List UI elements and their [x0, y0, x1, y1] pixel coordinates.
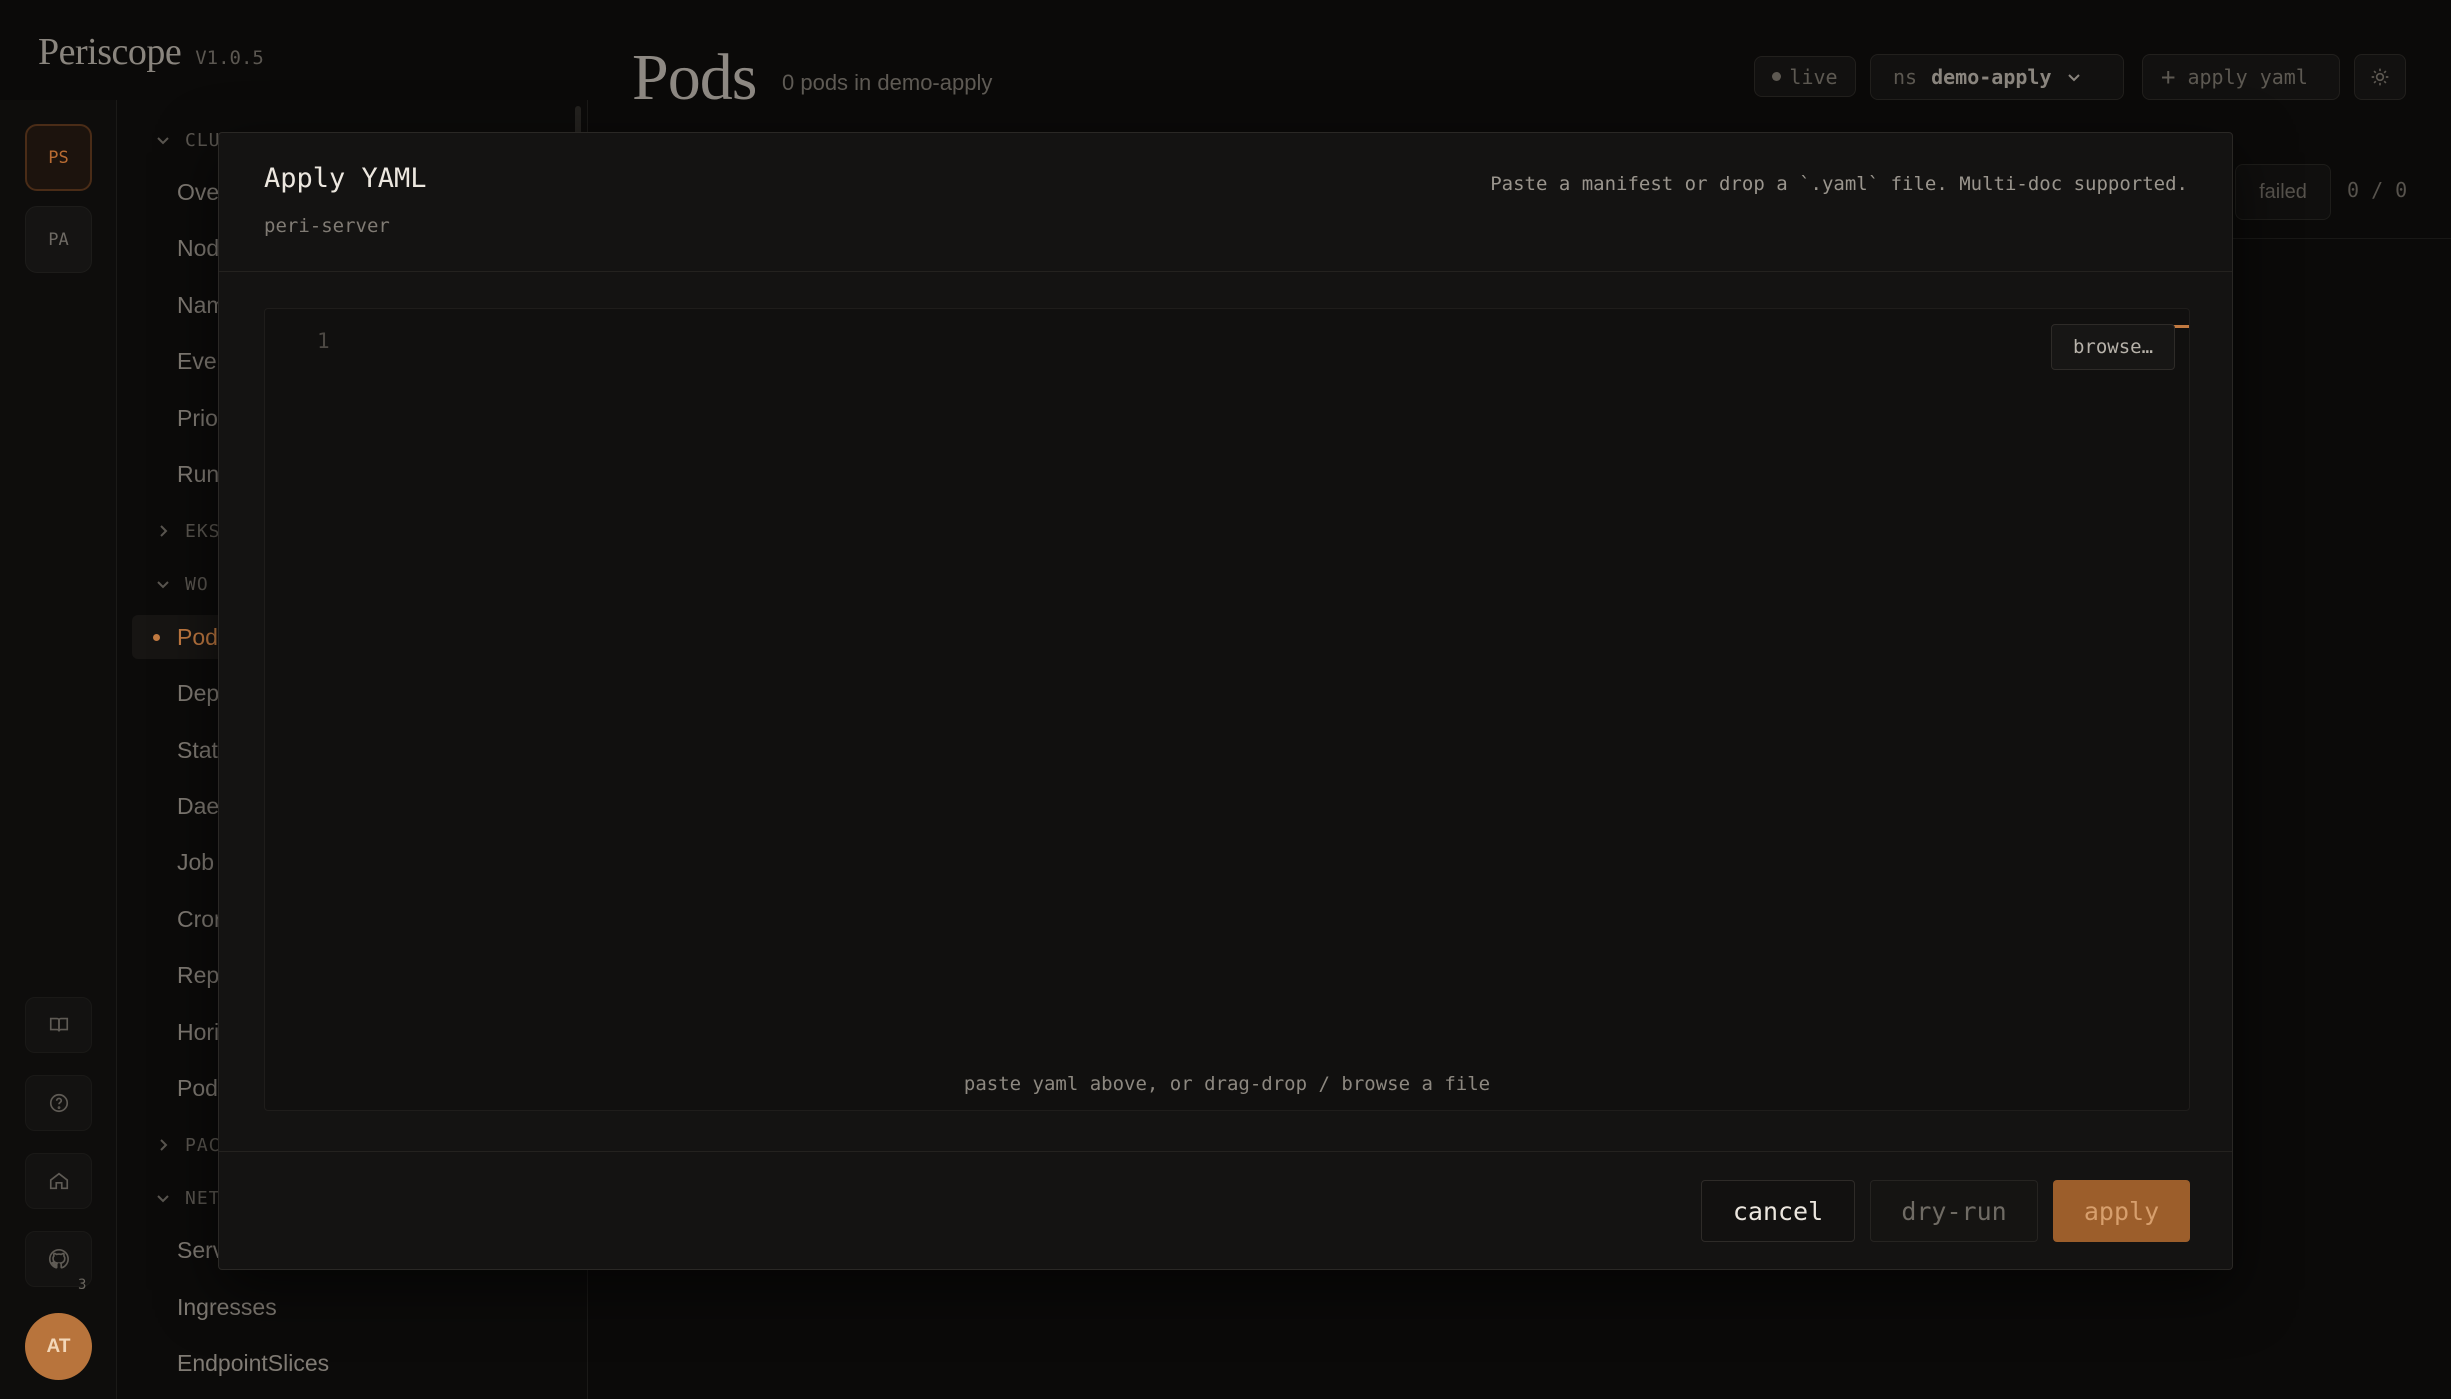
sidebar-item-replicasets[interactable]: Rep	[177, 953, 219, 997]
page-subtitle: 0 pods in demo-apply	[782, 70, 993, 95]
dry-run-button[interactable]: dry-run	[1870, 1180, 2038, 1242]
sun-icon	[2371, 68, 2389, 86]
workspace-ps[interactable]: PS	[25, 124, 92, 191]
nav-group-cluster[interactable]: CLU	[155, 124, 221, 156]
sidebar-item-endpointslices[interactable]: EndpointSlices	[177, 1341, 329, 1385]
nav-group-workloads[interactable]: WO	[155, 568, 209, 600]
pod-count: 0 / 0	[2347, 178, 2408, 202]
divider	[219, 271, 2232, 272]
chevron-right-icon	[160, 525, 168, 537]
app-name: Periscope	[38, 31, 182, 73]
chevron-down-icon	[157, 1195, 169, 1203]
sidebar-item-jobs[interactable]: Job	[177, 840, 214, 884]
ns-value: demo-apply	[1931, 65, 2052, 89]
sidebar-item-nodes[interactable]: Nod	[177, 226, 219, 270]
book-icon	[49, 1017, 68, 1032]
sidebar-item-cronjobs[interactable]: Cror	[177, 897, 222, 941]
dialog-title: Apply YAML	[264, 163, 427, 194]
yaml-editor[interactable]: 1 browse… paste yaml above, or drag-drop…	[264, 308, 2190, 1111]
live-label: live	[1789, 64, 1838, 89]
nav-group-label: NET	[185, 1187, 221, 1209]
editor-hint: paste yaml above, or drag-drop / browse …	[963, 1073, 1491, 1095]
apply-button[interactable]: apply	[2053, 1180, 2190, 1242]
chevron-down-icon	[157, 137, 169, 145]
home-icon	[49, 1172, 68, 1190]
nav-group-label: EKS	[185, 520, 221, 542]
chevron-right-icon	[160, 1139, 168, 1151]
nav-group-packages[interactable]: PAC	[155, 1129, 221, 1161]
nav-group-eks[interactable]: EKS	[155, 515, 221, 547]
sidebar-item-statefulsets[interactable]: Stat	[177, 728, 218, 772]
nav-group-label: CLU	[185, 129, 221, 151]
ns-label: ns	[1893, 65, 1918, 89]
sidebar-item-hpa[interactable]: Hori	[177, 1010, 219, 1054]
workspace-pa[interactable]: PA	[25, 206, 92, 273]
chevron-down-icon	[2067, 74, 2080, 82]
sidebar-item-pdb[interactable]: Pod	[177, 1066, 218, 1110]
line-number: 1	[317, 329, 330, 353]
sidebar-item-overview[interactable]: Ove	[177, 170, 219, 214]
sidebar-item-daemonsets[interactable]: Dae	[177, 784, 219, 828]
sidebar-item-runtime[interactable]: Run	[177, 452, 219, 496]
apply-yaml-label: apply yaml	[2187, 65, 2308, 89]
status-dot-icon	[1772, 72, 1782, 81]
app-version: V1.0.5	[195, 47, 264, 69]
dialog-hint: Paste a manifest or drop a `.yaml` file.…	[1490, 173, 2188, 195]
scroll-marker	[2173, 325, 2189, 328]
github-badge: 3	[78, 1277, 87, 1293]
sidebar-item-priority[interactable]: Prio	[177, 396, 218, 440]
help-button[interactable]	[25, 1075, 92, 1131]
help-icon	[49, 1093, 68, 1113]
apply-yaml-dialog: Apply YAML peri-server Paste a manifest …	[218, 132, 2233, 1270]
divider	[219, 1151, 2232, 1152]
namespace-select[interactable]: ns demo-apply	[1870, 54, 2124, 100]
workspace-rail: PS PA	[0, 100, 117, 1399]
user-avatar[interactable]: AT	[25, 1313, 92, 1380]
theme-toggle-button[interactable]	[2354, 54, 2406, 100]
plus-icon: +	[2161, 63, 2176, 91]
chevron-down-icon	[157, 581, 169, 589]
nav-group-label: PAC	[185, 1134, 221, 1156]
brand: Periscope V1.0.5	[38, 30, 264, 74]
docs-button[interactable]	[25, 997, 92, 1053]
nav-group-label: WO	[185, 573, 209, 595]
nav-group-network[interactable]: NET	[155, 1182, 221, 1214]
dialog-subtitle: peri-server	[264, 215, 390, 237]
browse-button[interactable]: browse…	[2051, 324, 2175, 370]
home-button[interactable]	[25, 1153, 92, 1209]
live-indicator: live	[1754, 56, 1856, 97]
cancel-button[interactable]: cancel	[1701, 1180, 1855, 1242]
github-icon	[48, 1249, 69, 1269]
apply-yaml-button[interactable]: + apply yaml	[2142, 54, 2340, 100]
sidebar-item-deployments[interactable]: Dep	[177, 671, 219, 715]
sidebar-item-ingresses[interactable]: Ingresses	[177, 1285, 277, 1329]
filter-failed[interactable]: failed	[2235, 164, 2331, 220]
page-title: Pods	[632, 41, 757, 114]
